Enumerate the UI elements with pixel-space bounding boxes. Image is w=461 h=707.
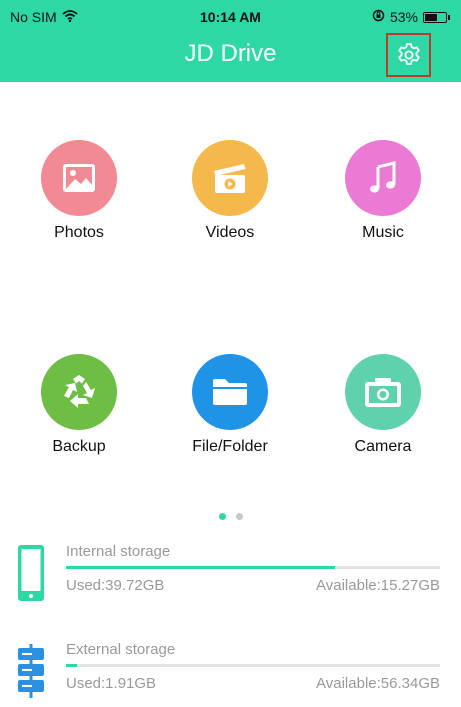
- tile-label-file-folder: File/Folder: [192, 438, 268, 455]
- tile-file-folder[interactable]: File/Folder: [170, 354, 290, 456]
- recycle-icon: [64, 375, 95, 408]
- external-storage-available: Available:56.34GB: [316, 675, 440, 692]
- internal-storage-bar: [66, 566, 440, 569]
- external-storage-bar-fill: [66, 664, 78, 667]
- page-dot-active[interactable]: [218, 513, 226, 520]
- tile-label-videos: Videos: [205, 224, 255, 241]
- camera-icon: [365, 378, 401, 407]
- music-tile-icon-bg: [345, 140, 421, 216]
- settings-button[interactable]: [386, 33, 431, 77]
- tile-camera[interactable]: Camera: [323, 354, 443, 456]
- battery-percent: 53%: [389, 9, 418, 25]
- internal-storage-row[interactable]: Internal storage Used:39.72GB Available:…: [10, 541, 450, 607]
- photo-icon: [63, 164, 95, 192]
- page-indicator[interactable]: [0, 513, 461, 520]
- camera-tile-icon-bg: [345, 354, 421, 430]
- external-storage-row[interactable]: External storage Used:1.91GB Available:5…: [10, 639, 450, 705]
- internal-storage-used: Used:39.72GB: [66, 577, 165, 594]
- battery-level: [425, 13, 437, 21]
- tile-label-camera: Camera: [354, 438, 412, 455]
- external-storage-bar: [66, 664, 440, 667]
- tile-photos[interactable]: Photos: [19, 140, 139, 242]
- music-note-icon: [370, 161, 396, 193]
- tile-music[interactable]: Music: [323, 140, 443, 242]
- internal-storage-bar-fill: [66, 566, 336, 569]
- external-storage-used: Used:1.91GB: [66, 675, 157, 692]
- video-clapper-icon: [214, 164, 246, 193]
- backup-tile-icon-bg: [41, 354, 117, 430]
- folder-tile-icon-bg: [192, 354, 268, 430]
- app-header: No SIM 10:14 AM 53% JD Drive: [0, 0, 461, 82]
- folder-icon: [213, 379, 247, 405]
- tile-label-backup: Backup: [52, 438, 106, 455]
- internal-storage-available: Available:15.27GB: [316, 577, 440, 594]
- tile-videos[interactable]: Videos: [170, 140, 290, 242]
- gear-icon: [397, 43, 420, 65]
- orientation-lock-icon: [372, 9, 385, 25]
- tile-label-music: Music: [362, 224, 404, 241]
- videos-tile-icon-bg: [192, 140, 268, 216]
- page-dot[interactable]: [235, 513, 243, 520]
- battery-icon: [423, 11, 450, 23]
- status-bar: No SIM 10:14 AM 53%: [0, 0, 461, 34]
- external-storage-title: External storage: [66, 641, 176, 658]
- photos-tile-icon-bg: [41, 140, 117, 216]
- phone-icon: [14, 541, 48, 605]
- internal-storage-title: Internal storage: [66, 543, 171, 560]
- tile-label-photos: Photos: [54, 224, 104, 241]
- tile-backup[interactable]: Backup: [19, 354, 139, 456]
- status-right: 53%: [372, 9, 450, 25]
- external-drive-icon: [14, 639, 48, 703]
